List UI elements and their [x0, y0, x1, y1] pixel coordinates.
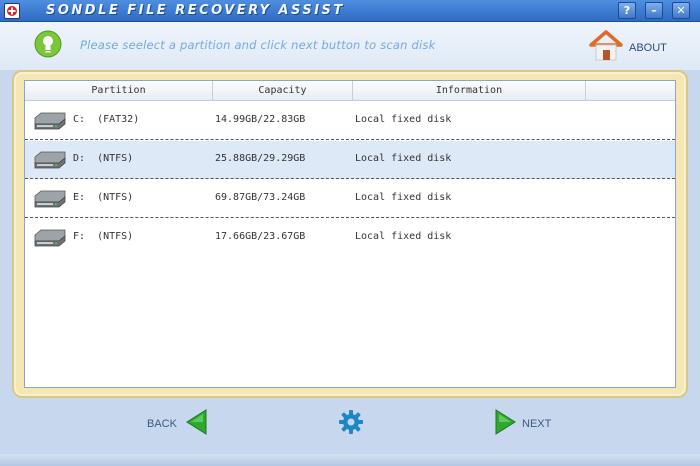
information-cell: Local fixed disk	[355, 114, 452, 125]
lightbulb-icon	[34, 30, 62, 58]
table-row[interactable]: C: (FAT32) 14.99GB/22.83GB Local fixed d…	[25, 102, 675, 140]
hard-drive-icon	[34, 229, 66, 247]
capacity-cell: 14.99GB/22.83GB	[215, 114, 306, 125]
close-button[interactable]: ✕	[672, 2, 690, 19]
partition-cell: F: (NTFS)	[73, 231, 134, 242]
partition-panel: Partition Capacity Information C: (FAT32…	[12, 70, 688, 398]
back-label: BACK	[147, 418, 177, 430]
partition-list[interactable]: Partition Capacity Information C: (FAT32…	[24, 80, 676, 388]
header: Please seelect a partition and click nex…	[0, 22, 700, 70]
next-arrow-icon	[495, 409, 516, 435]
column-header-partition[interactable]: Partition	[25, 81, 213, 101]
table-row[interactable]: F: (NTFS) 17.66GB/23.67GB Local fixed di…	[25, 219, 675, 257]
home-icon	[589, 30, 623, 61]
column-header-information[interactable]: Information	[353, 81, 586, 101]
window-title: SONDLE FILE RECOVERY ASSIST	[46, 3, 345, 18]
information-cell: Local fixed disk	[355, 153, 452, 164]
title-bar: SONDLE FILE RECOVERY ASSIST ? – ✕	[0, 0, 700, 22]
about-button[interactable]: ABOUT	[588, 28, 670, 64]
table-row[interactable]: E: (NTFS) 69.87GB/73.24GB Local fixed di…	[25, 180, 675, 218]
navigation-bar: BACK NEXT	[0, 400, 700, 454]
app-icon	[4, 3, 20, 19]
information-cell: Local fixed disk	[355, 231, 452, 242]
capacity-cell: 69.87GB/73.24GB	[215, 192, 306, 203]
capacity-cell: 17.66GB/23.67GB	[215, 231, 306, 242]
partition-cell: C: (FAT32)	[73, 114, 140, 125]
list-header: Partition Capacity Information	[25, 81, 675, 101]
next-label: NEXT	[522, 418, 552, 430]
gear-icon[interactable]	[338, 409, 364, 435]
footer-strip	[0, 454, 700, 466]
back-arrow-icon	[186, 409, 207, 435]
help-button[interactable]: ?	[618, 2, 636, 19]
information-cell: Local fixed disk	[355, 192, 452, 203]
partition-cell: D: (NTFS)	[73, 153, 134, 164]
column-header-empty	[586, 81, 675, 101]
minimize-button[interactable]: –	[645, 2, 663, 19]
instruction-text: Please seelect a partition and click nex…	[80, 38, 436, 52]
about-label: ABOUT	[629, 42, 667, 54]
hard-drive-icon	[34, 112, 66, 130]
table-row[interactable]: D: (NTFS) 25.88GB/29.29GB Local fixed di…	[25, 141, 675, 179]
hard-drive-icon	[34, 151, 66, 169]
capacity-cell: 25.88GB/29.29GB	[215, 153, 306, 164]
hard-drive-icon	[34, 190, 66, 208]
partition-cell: E: (NTFS)	[73, 192, 134, 203]
column-header-capacity[interactable]: Capacity	[213, 81, 353, 101]
